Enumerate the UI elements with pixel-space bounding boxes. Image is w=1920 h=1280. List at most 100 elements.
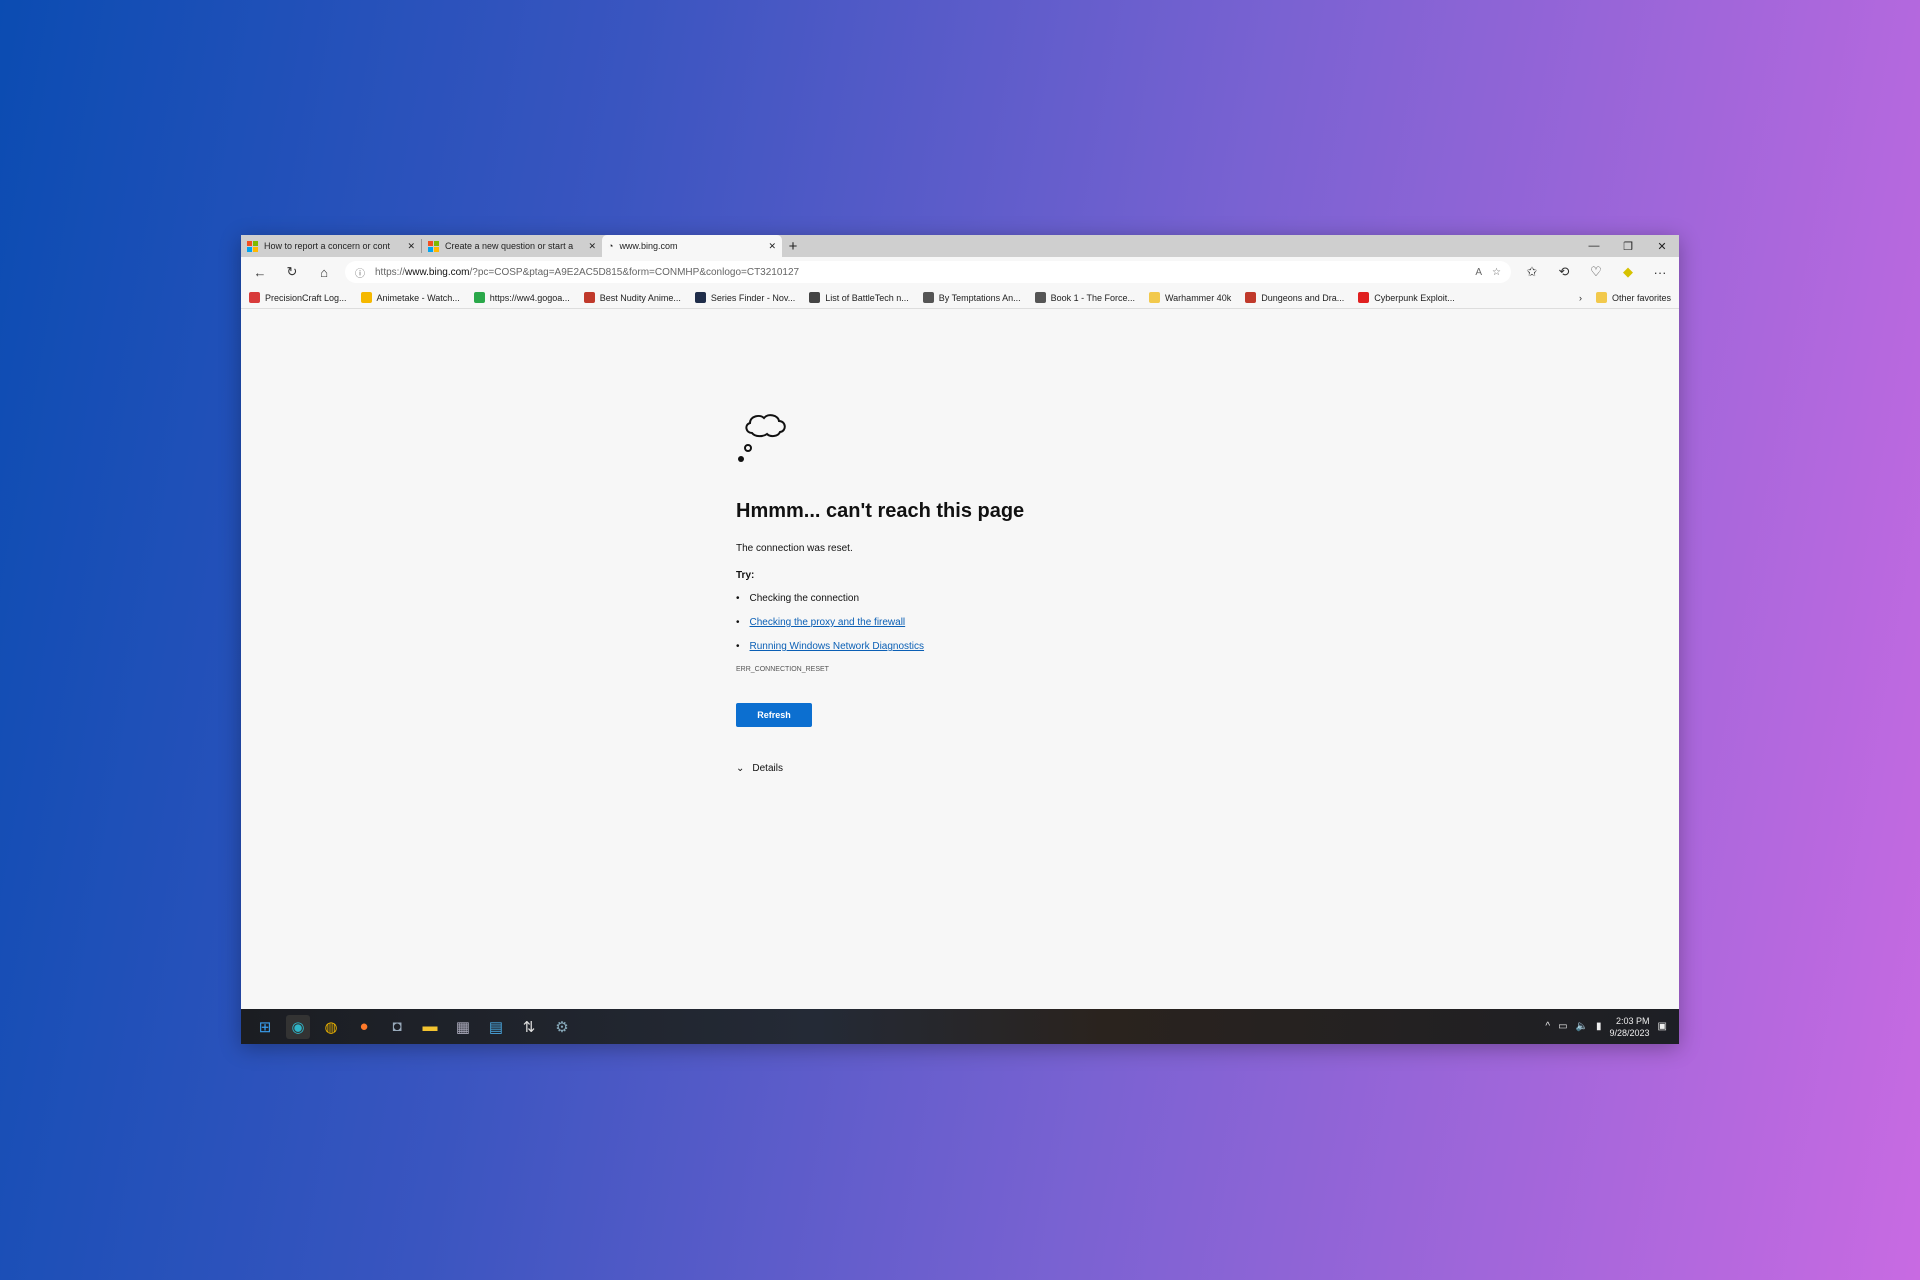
bookmark-favicon-icon xyxy=(249,292,260,303)
bookmark-favicon-icon xyxy=(1034,292,1046,303)
app-icon[interactable]: ◘ xyxy=(385,1015,409,1039)
clock[interactable]: 2:03 PM 9/28/2023 xyxy=(1610,1015,1650,1039)
error-message: The connection was reset. xyxy=(736,543,853,554)
bookmark-label: By Temptations An... xyxy=(938,292,1021,303)
settings-icon[interactable]: ⚙ xyxy=(550,1015,574,1039)
close-tab-icon[interactable]: ✕ xyxy=(407,241,415,252)
bookmark-item[interactable]: List of BattleTech n... xyxy=(809,292,909,303)
details-toggle[interactable]: ⌄ Details xyxy=(736,763,1024,774)
bookmark-favicon-icon xyxy=(583,292,595,303)
new-tab-button[interactable]: + xyxy=(782,238,804,255)
info-icon[interactable]: ⓘ xyxy=(355,265,365,280)
bookmark-label: Cyberpunk Exploit... xyxy=(1374,292,1455,303)
folder-icon xyxy=(1595,292,1607,303)
firefox-icon[interactable]: ● xyxy=(352,1015,376,1039)
close-tab-icon[interactable]: ✕ xyxy=(588,241,596,252)
bookmark-favicon-icon xyxy=(1358,292,1370,303)
suggestion-list: • Checking the connection • Checking the p… xyxy=(736,593,1024,652)
bookmark-label: Other favorites xyxy=(1611,292,1671,303)
chrome-icon[interactable]: ◍ xyxy=(319,1015,343,1039)
tab-new-question[interactable]: Create a new question or start a ✕ xyxy=(422,235,602,257)
home-icon[interactable]: ⌂ xyxy=(313,265,335,280)
bookmark-favicon-icon xyxy=(1149,292,1161,303)
bookmark-label: Warhammer 40k xyxy=(1165,292,1232,303)
notepad-icon[interactable]: ▤ xyxy=(484,1015,508,1039)
bookmark-label: Animetake - Watch... xyxy=(376,292,460,303)
bookmark-item[interactable]: Animetake - Watch... xyxy=(360,292,460,303)
bookmark-item[interactable]: Warhammer 40k xyxy=(1149,292,1231,303)
battery-icon[interactable]: ▮ xyxy=(1596,1021,1602,1032)
restore-button[interactable]: ❐ xyxy=(1611,240,1645,253)
refresh-icon[interactable]: ↻ xyxy=(281,264,303,280)
refresh-button[interactable]: Refresh xyxy=(736,703,812,727)
error-code: ERR_CONNECTION_RESET xyxy=(736,666,829,673)
tab-title: How to report a concern or cont xyxy=(264,241,391,251)
taskbar: ⊞ ◉ ◍ ● ◘ ▬ ▦ ▤ ⇅ ⚙ ^ ▭ 🔈 ▮ 2:03 PM 9/28/… xyxy=(241,1009,1679,1044)
bookmark-item[interactable]: Series Finder - Nov... xyxy=(694,292,796,303)
extension-icon[interactable]: ◆ xyxy=(1617,264,1639,280)
suggestion-item: • Checking the proxy and the firewall xyxy=(736,617,906,628)
network-diagnostics-link[interactable]: Running Windows Network Diagnostics xyxy=(750,641,925,652)
bookmark-label: PrecisionCraft Log... xyxy=(265,292,347,303)
bookmark-label: https://ww4.gogoa... xyxy=(489,292,570,303)
calculator-icon[interactable]: ▦ xyxy=(451,1015,475,1039)
page-content: Hmmm... can't reach this page The connec… xyxy=(241,309,1679,1009)
try-label: Try: xyxy=(736,570,755,581)
browser-essentials-icon[interactable]: ♡ xyxy=(1585,264,1607,280)
chevron-down-icon: ⌄ xyxy=(736,763,745,774)
tab-title: Create a new question or start a xyxy=(445,241,574,251)
tab-bing[interactable]: ◔ www.bing.com ✕ xyxy=(602,235,782,257)
microsoft-logo-icon xyxy=(247,240,258,252)
toolbar: ← ↻ ⌂ ⓘ https://www.bing.com/?pc=COSP&pt… xyxy=(241,257,1679,287)
more-bookmarks-chevron-icon[interactable]: › xyxy=(1579,293,1582,303)
bookmark-item[interactable]: By Temptations An... xyxy=(922,292,1021,303)
history-icon[interactable]: ⟲ xyxy=(1553,264,1575,280)
url-text: https://www.bing.com/?pc=COSP&ptag=A9E2A… xyxy=(375,266,800,278)
thought-cloud-icon xyxy=(738,414,786,462)
tab-bar: How to report a concern or cont ✕ Create… xyxy=(241,235,1679,257)
close-window-button[interactable]: ✕ xyxy=(1645,240,1679,253)
suggestion-item: • Checking the connection xyxy=(736,593,860,604)
notifications-icon[interactable]: ▣ xyxy=(1658,1021,1667,1032)
start-windows-icon[interactable]: ⊞ xyxy=(253,1015,277,1039)
proxy-firewall-link[interactable]: Checking the proxy and the firewall xyxy=(750,617,906,628)
bookmark-favicon-icon xyxy=(694,292,706,303)
bookmark-item[interactable]: Book 1 - The Force... xyxy=(1034,292,1135,303)
tab-report-concern[interactable]: How to report a concern or cont ✕ xyxy=(241,235,421,257)
address-bar[interactable]: ⓘ https://www.bing.com/?pc=COSP&ptag=A9E… xyxy=(345,261,1511,283)
other-favorites[interactable]: Other favorites xyxy=(1595,292,1671,303)
back-icon[interactable]: ← xyxy=(249,265,271,280)
file-explorer-icon[interactable]: ▬ xyxy=(418,1015,442,1039)
tab-title: www.bing.com xyxy=(619,241,678,251)
bookmark-item[interactable]: PrecisionCraft Log... xyxy=(249,292,347,303)
close-tab-icon[interactable]: ✕ xyxy=(768,241,776,252)
volume-icon[interactable]: 🔈 xyxy=(1576,1021,1588,1032)
bookmark-favicon-icon xyxy=(473,292,485,303)
bookmark-label: Dungeons and Dra... xyxy=(1261,292,1345,303)
bookmark-favicon-icon xyxy=(1245,292,1257,303)
bookmark-item[interactable]: Best Nudity Anime... xyxy=(583,292,681,303)
tray-chevron-icon[interactable]: ^ xyxy=(1545,1021,1550,1032)
network-app-icon[interactable]: ⇅ xyxy=(517,1015,541,1039)
bookmark-item[interactable]: https://ww4.gogoa... xyxy=(473,292,570,303)
bookmarks-bar: PrecisionCraft Log... Animetake - Watch..… xyxy=(241,287,1679,309)
edge-icon[interactable]: ◉ xyxy=(286,1014,310,1039)
error-page-icon: ◔ xyxy=(608,241,614,251)
favorite-star-icon[interactable]: ☆ xyxy=(1492,267,1501,278)
bookmark-item[interactable]: Cyberpunk Exploit... xyxy=(1358,292,1455,303)
error-title: Hmmm... can't reach this page xyxy=(736,500,1025,522)
browser-window: How to report a concern or cont ✕ Create… xyxy=(241,235,1679,1044)
favorites-icon[interactable]: ✩ xyxy=(1521,264,1543,280)
network-icon[interactable]: ▭ xyxy=(1558,1021,1567,1032)
error-panel: Hmmm... can't reach this page The connec… xyxy=(736,407,1024,774)
bookmark-item[interactable]: Dungeons and Dra... xyxy=(1245,292,1344,303)
bookmark-favicon-icon xyxy=(360,292,372,303)
bookmark-favicon-icon xyxy=(922,292,934,303)
minimize-button[interactable]: — xyxy=(1577,240,1611,253)
bookmark-label: Series Finder - Nov... xyxy=(710,292,796,303)
bookmark-favicon-icon xyxy=(809,292,821,303)
suggestion-item: • Running Windows Network Diagnostics xyxy=(736,641,925,652)
more-menu-icon[interactable]: ··· xyxy=(1649,265,1671,280)
bookmark-label: List of BattleTech n... xyxy=(825,292,909,303)
read-aloud-icon[interactable]: A xyxy=(1475,267,1482,278)
